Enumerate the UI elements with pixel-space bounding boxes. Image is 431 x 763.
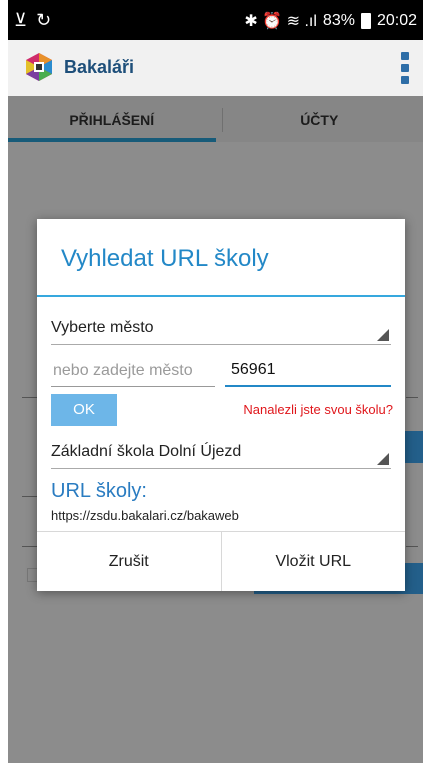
school-url-label: URL školy: (51, 480, 147, 502)
cancel-button[interactable]: Zrušit (37, 532, 221, 591)
overflow-menu-icon[interactable] (401, 52, 411, 84)
app-bar: Bakaláři (8, 40, 423, 96)
school-select-value: Základní škola Dolní Újezd (51, 443, 242, 460)
battery-percent: 83% (322, 12, 355, 29)
dialog-title: Vyhledat URL školy (61, 245, 269, 272)
dialog-actions: Zrušit Vložit URL (37, 531, 405, 591)
city-select[interactable]: Vyberte město (51, 315, 391, 345)
bakalari-logo-icon (26, 53, 52, 81)
background-field-line (22, 546, 38, 547)
city-select-value: Vyberte město (51, 319, 154, 336)
status-right-icons: ✱ ⏰ ≋ .ıl (244, 13, 317, 30)
find-school-dialog: Vyhledat URL školy Vyberte město OK Nana… (37, 219, 405, 591)
dialog-title-divider (37, 295, 405, 297)
school-url-value: https://zsdu.bakalari.cz/bakaweb (51, 508, 239, 523)
dropdown-arrow-icon (377, 453, 389, 465)
ok-button[interactable]: OK (51, 394, 117, 426)
status-bar: ⊻ ↻ ✱ ⏰ ≋ .ıl 83% 20:02 (8, 0, 423, 40)
city-input[interactable] (51, 355, 215, 387)
background-field-line (22, 397, 38, 398)
background-field-line (22, 496, 38, 497)
school-code-input[interactable] (225, 355, 391, 387)
background-field-line (406, 397, 418, 398)
status-left-icons: ⊻ ↻ (14, 10, 54, 30)
dropdown-arrow-icon (377, 329, 389, 341)
found-school-link[interactable]: Nanalezli jste svou školu? (243, 402, 393, 417)
clock: 20:02 (376, 12, 417, 29)
status-right: ✱ ⏰ ≋ .ıl 83% 20:02 (244, 11, 417, 31)
school-select[interactable]: Základní škola Dolní Újezd (51, 439, 391, 469)
battery-icon (360, 13, 371, 29)
background-field-line (406, 546, 418, 547)
phone-screen: ⊻ ↻ ✱ ⏰ ≋ .ıl 83% 20:02 Bakaláři PŘIHLÁŠ… (8, 0, 423, 763)
app-title: Bakaláři (64, 57, 135, 77)
insert-url-button[interactable]: Vložit URL (220, 532, 406, 591)
